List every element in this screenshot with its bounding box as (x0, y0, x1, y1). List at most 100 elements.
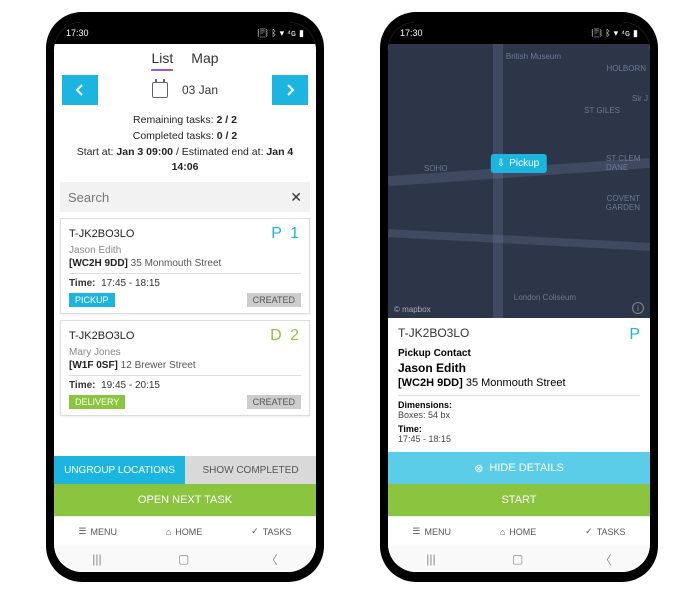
contact-name: Mary Jones (69, 347, 301, 358)
status-time: 17:30 (400, 28, 423, 38)
detail-contact-name: Jason Edith (398, 361, 640, 375)
task-code: T-JK2BO3LO (69, 228, 134, 240)
view-tabs: List Map (54, 44, 316, 75)
task-status-badge: CREATED (247, 293, 301, 307)
date-picker[interactable]: 03 Jan (102, 82, 268, 98)
pickup-pin-icon: ⇩ (497, 158, 505, 169)
screen-right: 17:30 📳 ᛒ ▾ ⁴ɢ ▮ British Museum HOLBORN … (388, 22, 650, 572)
android-softkeys: ||| ▢ 〈 (388, 546, 650, 572)
chevron-right-icon (285, 84, 295, 96)
map-area-label: COVENT GARDEN (590, 194, 640, 212)
collapse-icon: ⊗ (474, 462, 483, 475)
search-bar: ✕ (60, 182, 310, 212)
map-pickup-pin[interactable]: ⇩ Pickup (491, 154, 547, 173)
menu-icon: ☰ (412, 526, 420, 537)
wifi-icon: ▾ (280, 28, 285, 39)
recents-key[interactable]: ||| (426, 552, 435, 566)
status-icons: 📳 ᛒ ▾ ⁴ɢ ▮ (591, 28, 638, 39)
ungroup-button[interactable]: UNGROUP LOCATIONS (54, 456, 185, 484)
map-area-label: ST GILES (584, 106, 620, 115)
map-area-label: ST CLEM DANE (606, 154, 648, 172)
wifi-icon: ▾ (614, 28, 619, 39)
nav-menu[interactable]: ☰MENU (412, 526, 451, 537)
date-bar: 03 Jan (54, 75, 316, 109)
home-icon: ⌂ (500, 527, 505, 537)
vibrate-icon: 📳 (257, 28, 268, 39)
signal-icon: ⁴ɢ (621, 28, 630, 39)
tab-map[interactable]: Map (191, 50, 218, 71)
task-type-badge: PICKUP (69, 293, 115, 307)
android-softkeys: ||| ▢ 〈 (54, 546, 316, 572)
open-next-task-button[interactable]: OPEN NEXT TASK (54, 484, 316, 516)
status-time: 17:30 (66, 28, 89, 38)
phone-right: 17:30 📳 ᛒ ▾ ⁴ɢ ▮ British Museum HOLBORN … (380, 12, 658, 582)
map-attribution: © mapbox (394, 305, 431, 314)
map-info-icon[interactable]: i (632, 302, 644, 314)
nav-home[interactable]: ⌂HOME (166, 527, 202, 537)
nav-home[interactable]: ⌂HOME (500, 527, 536, 537)
phone-left: 17:30 📳 ᛒ ▾ ⁴ɢ ▮ List Map 03 Jan (46, 12, 324, 582)
chevron-left-icon (75, 84, 85, 96)
home-key[interactable]: ▢ (178, 552, 189, 566)
detail-time-label: Time: (398, 424, 640, 434)
nav-tasks[interactable]: ✓TASKS (251, 526, 291, 537)
map-area-label: SOHO (424, 164, 448, 173)
search-input[interactable] (68, 190, 290, 205)
menu-icon: ☰ (78, 526, 86, 537)
show-completed-button[interactable]: SHOW COMPLETED (185, 456, 316, 484)
signal-icon: ⁴ɢ (287, 28, 296, 39)
task-address: [W1F 0SF] 12 Brewer Street (69, 360, 301, 371)
check-icon: ✓ (251, 526, 259, 537)
clear-search-icon[interactable]: ✕ (290, 189, 302, 206)
date-label: 03 Jan (182, 83, 218, 97)
detail-time-value: 17:45 - 18:15 (398, 434, 640, 444)
task-detail-panel: T-JK2BO3LO P Pickup Contact Jason Edith … (388, 318, 650, 452)
task-card[interactable]: T-JK2BO3LO D 2 Mary Jones [W1F 0SF] 12 B… (60, 320, 310, 416)
contact-name: Jason Edith (69, 245, 301, 256)
task-sequence-badge: D 2 (270, 327, 301, 345)
map-area-label: Sir J (632, 94, 648, 103)
next-day-button[interactable] (272, 75, 308, 105)
detail-task-code: T-JK2BO3LO (398, 326, 469, 344)
task-card[interactable]: T-JK2BO3LO P 1 Jason Edith [WC2H 9DD] 35… (60, 218, 310, 314)
detail-address: [WC2H 9DD] 35 Monmouth Street (398, 377, 640, 389)
battery-icon: ▮ (633, 28, 638, 39)
tab-list[interactable]: List (151, 50, 173, 71)
task-address: [WC2H 9DD] 35 Monmouth Street (69, 258, 301, 269)
map-view[interactable]: British Museum HOLBORN ST GILES Sir J SO… (388, 44, 650, 318)
battery-icon: ▮ (299, 28, 304, 39)
task-status-badge: CREATED (247, 395, 301, 409)
task-code: T-JK2BO3LO (69, 330, 134, 342)
filter-buttons: UNGROUP LOCATIONS SHOW COMPLETED (54, 456, 316, 484)
task-time: Time: 19:45 - 20:15 (69, 380, 301, 391)
check-icon: ✓ (585, 526, 593, 537)
nav-tasks[interactable]: ✓TASKS (585, 526, 625, 537)
camera-notch (513, 16, 525, 28)
nav-menu[interactable]: ☰MENU (78, 526, 117, 537)
bluetooth-icon: ᛒ (271, 28, 276, 39)
back-key[interactable]: 〈 (266, 551, 278, 568)
task-type-badge: DELIVERY (69, 395, 125, 409)
task-stats: Remaining tasks: 2 / 2 Completed tasks: … (54, 109, 316, 182)
detail-dimensions-label: Dimensions: (398, 400, 640, 410)
hide-details-button[interactable]: ⊗ HIDE DETAILS (388, 452, 650, 484)
calendar-icon (152, 82, 168, 98)
map-poi-label: London Coliseum (514, 293, 576, 302)
prev-day-button[interactable] (62, 75, 98, 105)
recents-key[interactable]: ||| (92, 552, 101, 566)
detail-type-badge: P (629, 326, 640, 344)
home-icon: ⌂ (166, 527, 171, 537)
bottom-nav: ☰MENU ⌂HOME ✓TASKS (388, 516, 650, 546)
camera-notch (179, 16, 191, 28)
status-icons: 📳 ᛒ ▾ ⁴ɢ ▮ (257, 28, 304, 39)
vibrate-icon: 📳 (591, 28, 602, 39)
back-key[interactable]: 〈 (600, 551, 612, 568)
screen-left: 17:30 📳 ᛒ ▾ ⁴ɢ ▮ List Map 03 Jan (54, 22, 316, 572)
bluetooth-icon: ᛒ (605, 28, 610, 39)
home-key[interactable]: ▢ (512, 552, 523, 566)
task-sequence-badge: P 1 (271, 225, 301, 243)
start-button[interactable]: START (388, 484, 650, 516)
map-area-label: HOLBORN (606, 64, 646, 73)
task-time: Time: 17:45 - 18:15 (69, 278, 301, 289)
detail-dimensions-value: Boxes: 54 bx (398, 410, 640, 420)
